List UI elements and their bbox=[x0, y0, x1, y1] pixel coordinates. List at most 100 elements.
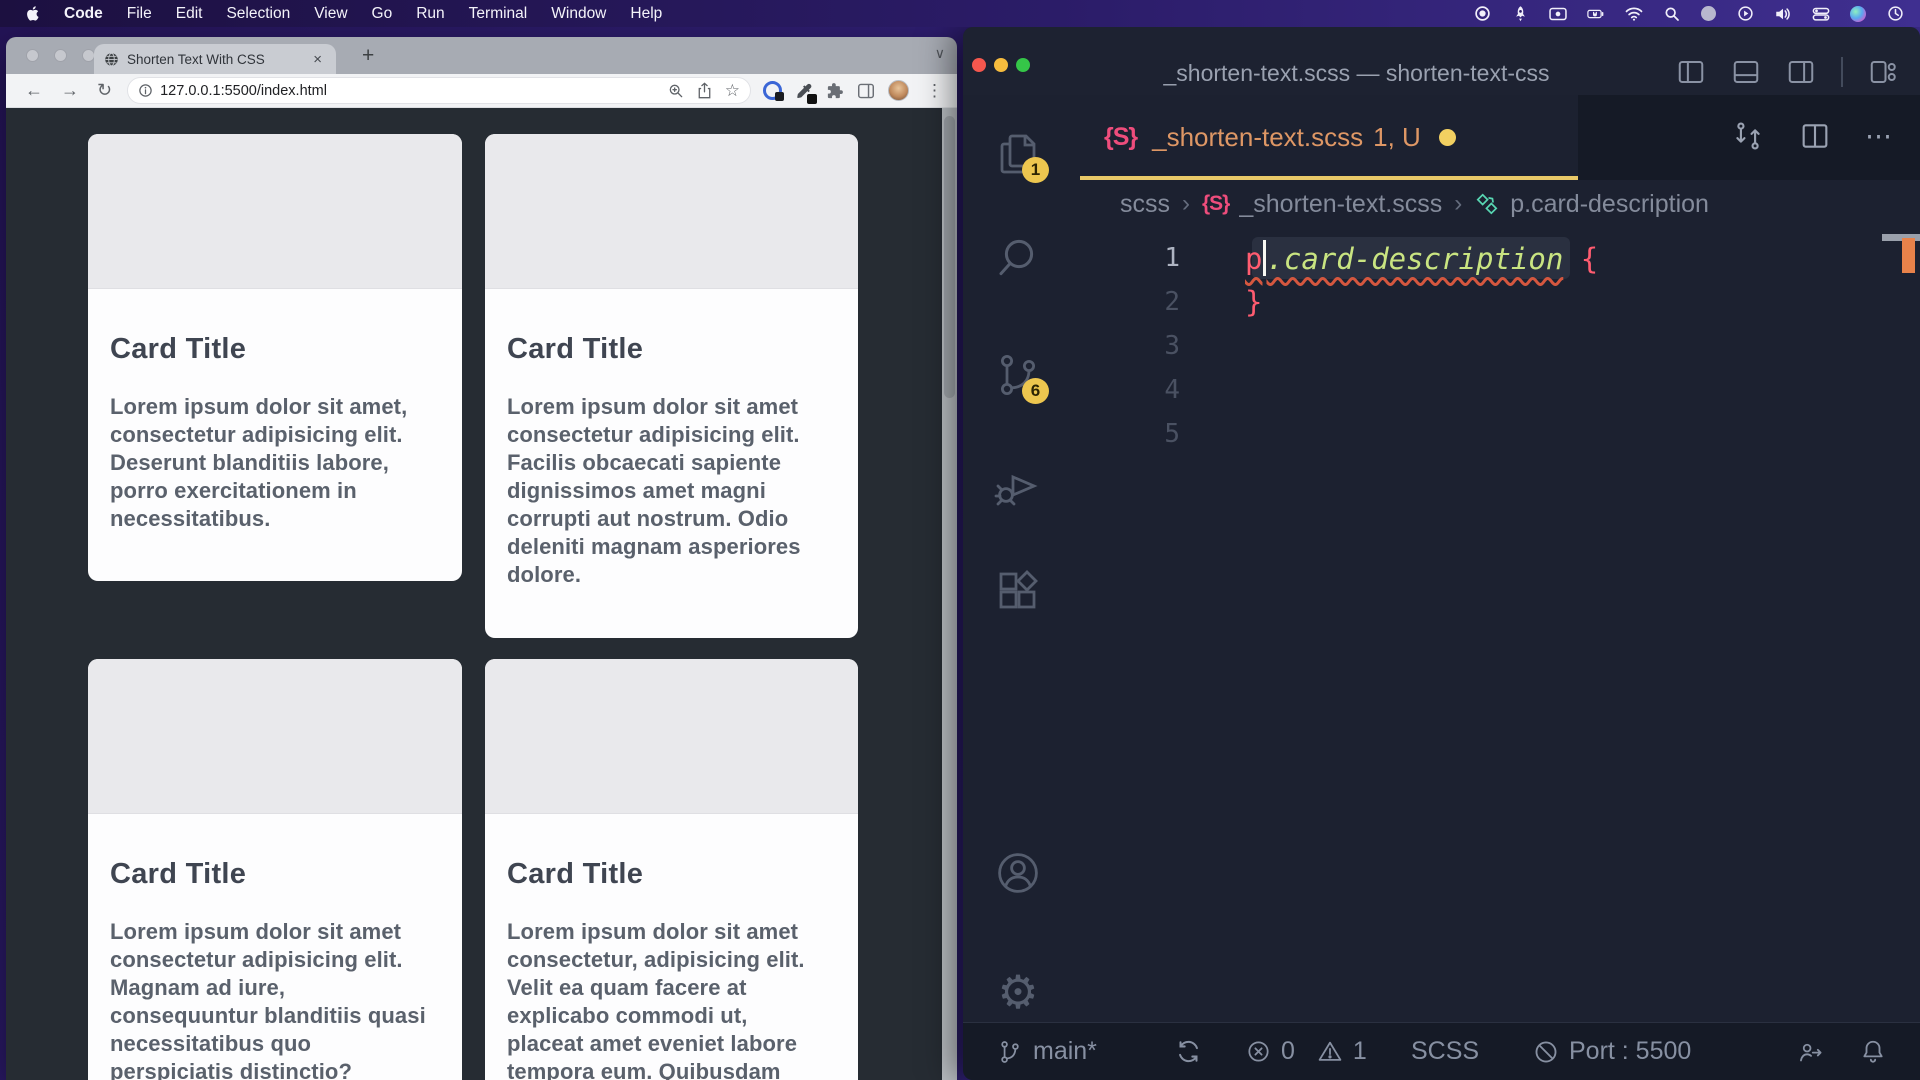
explorer-icon[interactable]: 1 bbox=[994, 130, 1042, 178]
open-changes-icon[interactable] bbox=[1731, 119, 1765, 153]
line-number: 5 bbox=[1080, 419, 1180, 449]
toggle-primary-sidebar-icon[interactable] bbox=[1676, 57, 1706, 87]
breadcrumb-file[interactable]: _shorten-text.scss bbox=[1239, 190, 1442, 219]
accounts-icon[interactable] bbox=[994, 849, 1042, 897]
menu-terminal[interactable]: Terminal bbox=[457, 0, 540, 27]
menu-selection[interactable]: Selection bbox=[214, 0, 302, 27]
source-control-badge: 6 bbox=[1022, 378, 1049, 404]
macos-menubar: Code File Edit Selection View Go Run Ter… bbox=[0, 0, 1920, 27]
volume-icon[interactable] bbox=[1774, 5, 1792, 23]
notifications-bell-icon[interactable] bbox=[1860, 1023, 1886, 1080]
menu-file[interactable]: File bbox=[115, 0, 164, 27]
code-text: } bbox=[1245, 285, 1262, 319]
menubar-status-icons bbox=[1473, 5, 1920, 23]
bookmark-star-icon[interactable]: ☆ bbox=[725, 81, 740, 101]
card: Card Title Lorem ipsum dolor sit amet co… bbox=[485, 659, 858, 1080]
minimize-window-button[interactable] bbox=[54, 49, 67, 62]
menu-view[interactable]: View bbox=[302, 0, 359, 27]
customize-layout-icon[interactable] bbox=[1868, 57, 1898, 87]
back-button[interactable]: ← bbox=[16, 80, 52, 101]
zoom-page-icon[interactable] bbox=[668, 83, 684, 99]
control-center-icon[interactable] bbox=[1812, 5, 1830, 23]
share-icon[interactable] bbox=[697, 82, 712, 99]
rocket-icon[interactable] bbox=[1511, 5, 1529, 23]
source-control-icon[interactable]: 6 bbox=[994, 351, 1042, 399]
browser-traffic-lights bbox=[26, 49, 95, 62]
browser-tab[interactable]: Shorten Text With CSS × bbox=[94, 44, 336, 74]
overview-ruler-warning-mark bbox=[1902, 238, 1915, 273]
do-not-disturb-icon[interactable] bbox=[1701, 6, 1716, 21]
toggle-panel-icon[interactable] bbox=[1731, 57, 1761, 87]
card: Card Title Lorem ipsum dolor sit amet co… bbox=[485, 134, 858, 638]
toggle-secondary-sidebar-icon[interactable] bbox=[1786, 57, 1816, 87]
webpage-content: Card Title Lorem ipsum dolor sit amet, c… bbox=[6, 108, 957, 1080]
line-number: 2 bbox=[1080, 287, 1180, 317]
menu-edit[interactable]: Edit bbox=[164, 0, 215, 27]
unsaved-dot-icon[interactable] bbox=[1439, 129, 1456, 146]
menu-run[interactable]: Run bbox=[404, 0, 456, 27]
display-mirroring-icon[interactable] bbox=[1549, 5, 1567, 23]
address-bar[interactable]: 127.0.0.1:5500/index.html ☆ bbox=[127, 77, 751, 104]
explorer-badge: 1 bbox=[1022, 157, 1049, 183]
split-editor-icon[interactable] bbox=[1799, 120, 1831, 152]
colorpicker-extension-icon[interactable] bbox=[795, 82, 813, 100]
clock-icon[interactable] bbox=[1886, 5, 1904, 23]
menu-go[interactable]: Go bbox=[360, 0, 405, 27]
feedback-icon[interactable] bbox=[1797, 1023, 1824, 1080]
tab-overflow-chevron-icon[interactable]: ∨ bbox=[935, 45, 945, 62]
search-icon[interactable] bbox=[994, 234, 1042, 282]
tab-close-icon[interactable]: × bbox=[309, 51, 326, 68]
wifi-icon[interactable] bbox=[1625, 5, 1643, 23]
code-line: 3 bbox=[1080, 324, 1920, 368]
menu-app-name[interactable]: Code bbox=[52, 0, 115, 27]
live-server-port[interactable]: Port : 5500 bbox=[1533, 1023, 1691, 1080]
side-panel-icon[interactable] bbox=[857, 83, 875, 99]
titlebar-separator bbox=[1841, 57, 1843, 87]
page-scrollbar-thumb[interactable] bbox=[944, 116, 955, 398]
play-circle-icon[interactable] bbox=[1736, 5, 1754, 23]
browser-tab-bar: Shorten Text With CSS × + ∨ bbox=[6, 37, 957, 74]
battery-icon[interactable] bbox=[1587, 5, 1605, 23]
git-branch-status[interactable]: main* bbox=[997, 1023, 1097, 1080]
editor-group: {S} _shorten-text.scss 1, U ⋯ scss bbox=[1080, 95, 1920, 1022]
code-line: 1 p.card-description { bbox=[1080, 236, 1920, 280]
siri-icon[interactable] bbox=[1850, 6, 1866, 22]
screen-record-icon[interactable] bbox=[1473, 5, 1491, 23]
profile-avatar[interactable] bbox=[888, 80, 909, 101]
reload-button[interactable]: ↻ bbox=[88, 80, 121, 101]
editor-tab[interactable]: {S} _shorten-text.scss 1, U bbox=[1080, 95, 1578, 180]
extensions-icon[interactable] bbox=[994, 567, 1042, 615]
language-mode[interactable]: SCSS bbox=[1411, 1023, 1479, 1080]
scss-error-squiggle: p.card-description bbox=[1245, 242, 1563, 276]
tab-title: Shorten Text With CSS bbox=[127, 52, 309, 67]
apple-icon bbox=[24, 5, 42, 23]
forward-button[interactable]: → bbox=[52, 80, 88, 101]
new-tab-button[interactable]: + bbox=[354, 42, 382, 70]
sync-changes-button[interactable] bbox=[1175, 1023, 1202, 1080]
menu-help[interactable]: Help bbox=[618, 0, 674, 27]
vscode-window-title: _shorten-text.scss — shorten-text-css bbox=[963, 60, 1750, 87]
activity-bar: 1 6 ⚙ bbox=[963, 95, 1080, 1022]
card: Card Title Lorem ipsum dolor sit amet co… bbox=[88, 659, 462, 1080]
spotlight-search-icon[interactable] bbox=[1663, 5, 1681, 23]
menu-window[interactable]: Window bbox=[539, 0, 618, 27]
browser-menu-kebab-icon[interactable]: ⋮ bbox=[922, 81, 947, 101]
code-editor[interactable]: 1 p.card-description { 2 } 3 4 5 bbox=[1080, 228, 1920, 1022]
breadcrumb-folder[interactable]: scss bbox=[1120, 190, 1170, 219]
run-debug-icon[interactable] bbox=[994, 462, 1042, 510]
problems-status[interactable]: 0 1 bbox=[1246, 1023, 1367, 1080]
settings-gear-icon[interactable]: ⚙ bbox=[994, 968, 1042, 1016]
more-actions-icon[interactable]: ⋯ bbox=[1865, 121, 1892, 152]
close-window-button[interactable] bbox=[26, 49, 39, 62]
card-description: Lorem ipsum dolor sit amet consectetur, … bbox=[507, 918, 830, 1080]
extensions-puzzle-icon[interactable] bbox=[826, 82, 844, 100]
site-info-icon[interactable] bbox=[138, 83, 153, 98]
card-title: Card Title bbox=[110, 333, 434, 366]
breadcrumb-symbol[interactable]: p.card-description bbox=[1510, 190, 1709, 219]
password-manager-extension-icon[interactable] bbox=[763, 81, 782, 100]
url-text[interactable]: 127.0.0.1:5500/index.html bbox=[160, 83, 655, 99]
page-scrollbar[interactable] bbox=[942, 108, 957, 1080]
apple-menu[interactable] bbox=[14, 0, 52, 27]
browser-toolbar: ← → ↻ 127.0.0.1:5500/index.html ☆ bbox=[6, 74, 957, 108]
card-image-placeholder bbox=[485, 659, 858, 814]
